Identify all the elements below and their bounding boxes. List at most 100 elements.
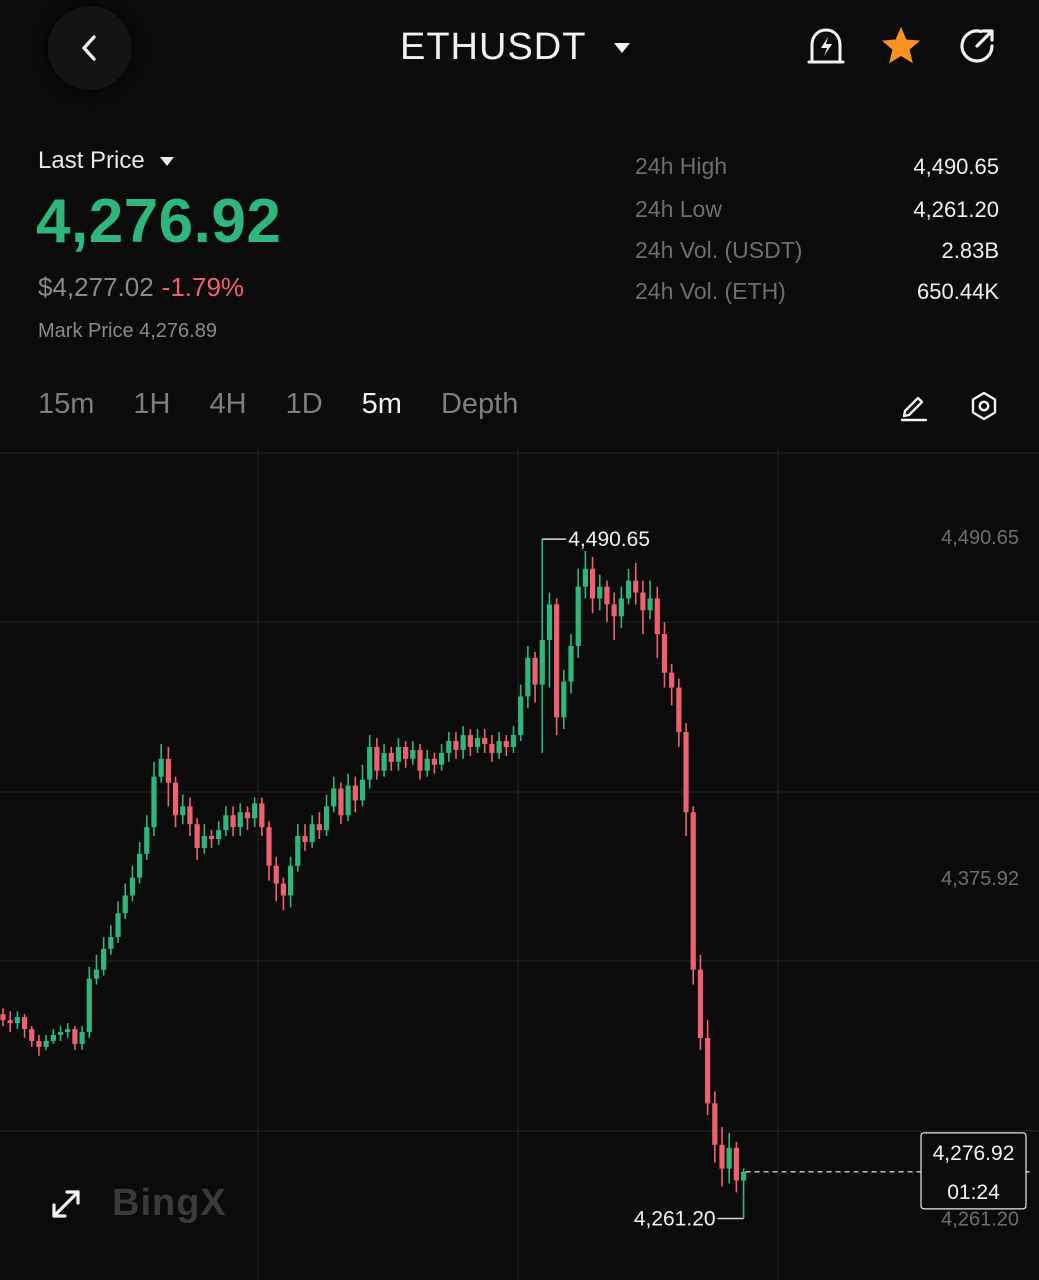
candle-body	[129, 877, 136, 896]
chart-settings-button[interactable]	[966, 388, 1002, 424]
candle	[266, 821, 272, 881]
candle	[216, 821, 222, 845]
candle-body	[345, 785, 351, 816]
candle-body	[0, 1014, 6, 1021]
caret-down-icon	[159, 156, 174, 166]
tab-15m[interactable]: 15m	[38, 388, 94, 421]
candle	[288, 856, 294, 908]
candle	[719, 1127, 725, 1187]
stat-value-24h-vol-eth: 650.44K	[917, 279, 999, 304]
tab-5m[interactable]: 5m	[362, 388, 402, 421]
candle	[554, 598, 560, 736]
candle	[122, 883, 128, 920]
candle-body	[252, 803, 258, 819]
candle	[237, 803, 243, 837]
last-price-selector[interactable]: Last Price	[38, 147, 175, 175]
candle-body	[733, 1147, 739, 1181]
candle	[482, 729, 488, 753]
candle	[589, 556, 596, 614]
candle	[144, 815, 150, 860]
candle	[273, 856, 279, 902]
candle	[65, 1023, 71, 1038]
candle	[29, 1026, 35, 1047]
favorite-button[interactable]	[879, 24, 923, 68]
fullscreen-button[interactable]	[48, 1186, 84, 1227]
candle	[151, 761, 157, 837]
candle	[79, 1026, 85, 1050]
candle	[50, 1029, 56, 1044]
candle-body	[93, 969, 100, 979]
candle-body	[424, 758, 430, 771]
stat-label-24h-low: 24h Low	[635, 196, 722, 222]
candle-body	[474, 738, 481, 747]
candle	[633, 562, 639, 605]
candle-body	[331, 788, 337, 807]
caret-down-icon	[614, 42, 631, 53]
candle	[417, 743, 423, 780]
back-button[interactable]	[48, 6, 132, 90]
tab-1d[interactable]: 1D	[286, 388, 323, 421]
chevron-left-icon	[82, 35, 96, 61]
candle-body	[43, 1040, 49, 1047]
candle	[36, 1035, 42, 1056]
timeframe-tabs: 15m 1H 4H 1D 5m Depth	[38, 388, 557, 421]
draw-tool-button[interactable]	[896, 388, 932, 424]
last-price-value: 4,276.92	[36, 187, 282, 256]
tab-1h[interactable]: 1H	[133, 388, 170, 421]
candle-body	[611, 604, 617, 617]
candle-body	[316, 824, 322, 831]
symbol-selector[interactable]: ETHUSDT	[400, 26, 632, 69]
candle-body	[568, 645, 574, 682]
candle-body	[359, 779, 366, 801]
candle	[625, 568, 632, 605]
candle	[309, 815, 315, 848]
candle	[654, 586, 660, 658]
stat-value-24h-high: 4,490.65	[913, 154, 999, 179]
candle	[86, 966, 92, 1038]
candle	[252, 797, 258, 828]
candle-body	[244, 812, 251, 819]
candle-body	[50, 1035, 56, 1041]
candle	[223, 806, 229, 837]
candle	[582, 550, 588, 599]
y-axis: 4,490.65 4,375.92 4,261.20	[941, 527, 1019, 1230]
candle	[489, 735, 495, 762]
candle	[101, 937, 107, 976]
candlestick-chart[interactable]: 4,490.65 4,375.92 4,261.20 4,490.65 4,26…	[0, 450, 1039, 1280]
candle-body	[158, 758, 164, 777]
candle-body	[640, 592, 646, 611]
candle-body	[482, 738, 488, 744]
stat-label-24h-high: 24h High	[635, 153, 728, 179]
candle-body	[21, 1017, 28, 1030]
candle-body	[618, 598, 624, 617]
candle	[194, 818, 200, 860]
candle	[460, 726, 466, 759]
candle-body	[187, 806, 193, 825]
candle-body	[604, 586, 610, 605]
share-button[interactable]	[955, 24, 999, 68]
candle-body	[381, 752, 387, 771]
candle-body	[438, 752, 445, 765]
tab-4h[interactable]: 4H	[210, 388, 247, 421]
gear-hexagon-icon	[971, 391, 997, 421]
candle-body	[115, 913, 121, 938]
candle	[0, 1008, 6, 1027]
candle-body	[661, 634, 668, 673]
mark-price: Mark Price 4,276.89	[38, 320, 217, 342]
candle	[740, 1168, 747, 1219]
candle-body	[395, 746, 402, 762]
candle	[403, 741, 409, 768]
candle-body	[36, 1040, 42, 1047]
candle	[172, 776, 179, 828]
expand-icon	[52, 1190, 80, 1218]
candle	[115, 901, 121, 943]
candle-body	[719, 1144, 725, 1169]
tab-depth[interactable]: Depth	[441, 388, 518, 421]
candle-body	[57, 1032, 64, 1036]
price-alert-button[interactable]	[804, 24, 848, 68]
candle	[661, 622, 668, 688]
high-price-label: 4,490.65	[568, 528, 650, 551]
candle-body	[431, 758, 437, 765]
candle-body	[65, 1029, 71, 1033]
candle	[388, 746, 394, 771]
